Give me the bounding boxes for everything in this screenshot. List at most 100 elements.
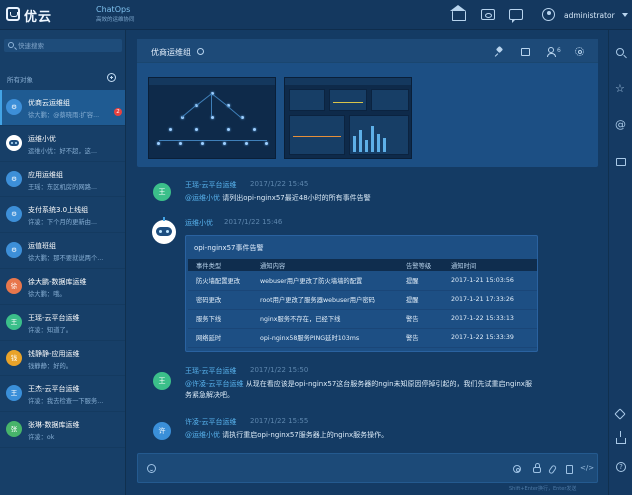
message-body: 请执行重启opi-nginx57服务器上的nginx服务操作。 [222, 431, 389, 439]
user-avatar-icon[interactable] [542, 8, 555, 21]
add-icon[interactable] [107, 73, 116, 82]
layers-icon[interactable] [614, 408, 626, 420]
mention[interactable]: @运维小优 [185, 431, 220, 439]
at-icon[interactable]: @ [615, 119, 626, 130]
dashboard-bar [383, 138, 386, 152]
message-composer: </> [137, 453, 598, 483]
star-icon[interactable]: ☆ [615, 83, 625, 94]
table-row: 网络延时 opi-nginx58服务PING延时103ms 警告 2017-1-… [188, 328, 537, 348]
mention[interactable]: @许凌-云平台运维 [185, 380, 244, 388]
lock-icon[interactable] [533, 463, 541, 473]
folder-icon[interactable] [521, 48, 530, 56]
topology-link [196, 93, 212, 106]
group-avatar: ⚙ [6, 99, 22, 115]
robot-icon [156, 227, 172, 236]
dashboard-bar [371, 126, 374, 152]
message-time: 2017/1/22 15:55 [250, 417, 309, 425]
message-input[interactable] [162, 460, 482, 477]
message-avatar: 王 [153, 372, 171, 390]
app-title: ChatOps [96, 5, 131, 14]
contact-name: 王杰-云平台运维 [28, 385, 80, 394]
members-icon[interactable] [547, 47, 556, 57]
topology-link [159, 140, 267, 141]
contact-item[interactable]: 王 王杰-云平台运维 许凌：我去检查一下服务... [0, 376, 125, 413]
group-panel: 优商运维组 6 [137, 39, 598, 167]
search-icon[interactable] [616, 48, 624, 56]
contact-preview: 许凌：知道了。 [28, 326, 73, 334]
monitor-icon[interactable] [481, 9, 495, 20]
topology-node [265, 142, 268, 145]
message-text: @运维小优 请执行重启opi-nginx57服务器上的nginx服务操作。 [185, 430, 388, 441]
gear-icon[interactable] [575, 47, 584, 56]
user-avatar: 张 [6, 421, 22, 438]
contact-preview: 许凌：下个月的更新由... [28, 219, 97, 227]
app-subtitle: 高效的运维协同 [96, 17, 135, 23]
message-sender[interactable]: 运维小优 [185, 218, 213, 228]
topology-link [212, 94, 228, 107]
topology-link [181, 105, 196, 118]
contact-item[interactable]: 徐 徐大鹏-数据库运维 徐大鹏：哦。 [0, 269, 125, 305]
help-icon[interactable]: ? [616, 462, 626, 472]
emoji-icon[interactable] [147, 464, 156, 473]
contact-preview: 王瑶：东区机房的网路... [28, 183, 97, 191]
topology-node [157, 142, 160, 145]
table-cell: 网络延时 [188, 328, 260, 348]
dashboard-panel [371, 89, 409, 111]
contact-name: 王瑶-云平台运维 [28, 313, 80, 322]
table-row: 防火墙配置更改 webuser用户更改了防火墙墙的配置 提醒 2017-1-21… [188, 271, 537, 291]
message-avatar: 许 [153, 422, 171, 440]
group-avatar: ⚙ [6, 206, 22, 223]
message-sender[interactable]: 王瑶-云平台运维 [185, 366, 237, 376]
contact-item[interactable]: 运维小优 运维小优：好不超，这... [0, 126, 125, 162]
contact-preview: 钱静静：好的。 [28, 362, 73, 370]
dashboard-thumbnail[interactable] [284, 77, 412, 159]
contact-item[interactable]: ⚙ 应用运维组 王瑶：东区机房的网路... [0, 162, 125, 198]
user-avatar: 王 [6, 313, 22, 330]
user-name[interactable]: administrator [564, 11, 615, 20]
topology-thumbnail[interactable] [148, 77, 276, 159]
download-icon[interactable] [616, 431, 626, 444]
message-sender[interactable]: 许凌-云平台运维 [185, 417, 237, 427]
contact-name: 张琳-数据库运维 [28, 421, 80, 430]
alert-card-title: opi-nginx57事件告警 [194, 244, 264, 252]
mention[interactable]: @运维小优 [185, 194, 220, 202]
contact-preview: 徐大鹏：@蔡晓雨:扩容... [28, 112, 100, 119]
dashboard-trend [293, 136, 341, 137]
topology-node [201, 142, 204, 145]
table-cell: 密码更改 [188, 290, 260, 310]
search-icon [8, 42, 14, 48]
contact-item[interactable]: 钱 钱静静-应用运维 钱静静：好的。 [0, 341, 125, 377]
chat-icon[interactable] [509, 9, 523, 23]
group-header: 优商运维组 6 [137, 39, 598, 63]
topology-node [253, 128, 256, 131]
message-sender[interactable]: 王瑶-云平台运维 [185, 180, 237, 190]
topology-node [195, 128, 198, 131]
top-bar: 优云 ChatOps 高效的运维协同 administrator [0, 0, 632, 30]
home-icon[interactable] [450, 5, 466, 21]
at-icon[interactable] [513, 465, 521, 473]
document-icon[interactable] [566, 465, 573, 474]
message-body: 从现在看应该是opi-nginx57这台服务器的ngin未知原因停掉引起的，我们… [245, 380, 532, 388]
user-avatar: 徐 [6, 277, 22, 294]
contact-item[interactable]: ⚙ 运值班组 徐大鹏：那不要就说两个... [0, 233, 125, 269]
info-icon[interactable] [197, 48, 204, 55]
contact-item[interactable]: 张 张琳-数据库运维 许凌：ok [0, 412, 125, 448]
contact-item[interactable]: 王 王瑶-云平台运维 许凌：知道了。 [0, 305, 125, 341]
sidebar: 所有对象 ⚙ 优商云运维组 徐大鹏：@蔡晓雨:扩容... 2 运维小优 运维小优… [0, 30, 126, 495]
dashboard-bar [359, 130, 362, 152]
dashboard-panel [329, 89, 367, 111]
member-count: 6 [557, 47, 561, 54]
contact-item[interactable]: ⚙ 支付系统3.0上线组 许凌：下个月的更新由... [0, 197, 125, 234]
contact-item[interactable]: ⚙ 优商云运维组 徐大鹏：@蔡晓雨:扩容... 2 [0, 90, 125, 126]
contact-name: 优商云运维组 [28, 99, 70, 107]
attachment-icon[interactable] [547, 464, 558, 475]
robot-eye [159, 230, 162, 233]
search-input[interactable] [18, 39, 118, 52]
table-cell: 服务下线 [188, 309, 260, 329]
pin-icon[interactable] [495, 47, 504, 56]
inbox-icon[interactable] [616, 158, 626, 166]
search-box [4, 39, 122, 52]
chevron-down-icon[interactable] [622, 13, 628, 17]
code-icon[interactable]: </> [580, 464, 594, 472]
message-text: @运维小优 请列出opi-nginx57最近48小时的所有事件告警 [185, 193, 371, 204]
